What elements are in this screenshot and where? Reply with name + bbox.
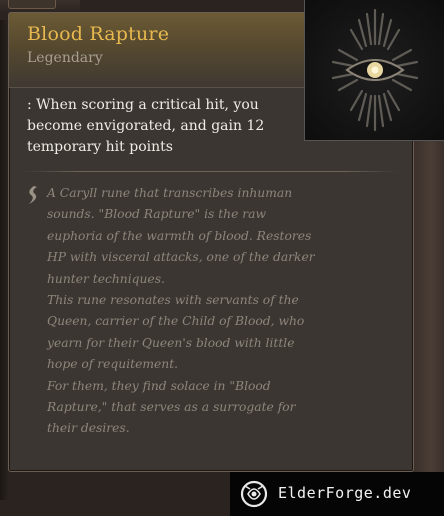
watermark: ElderForge.dev: [230, 472, 444, 516]
quill-icon: [29, 186, 37, 204]
lore-paragraph: A Caryll rune that transcribes inhuman s…: [47, 186, 315, 286]
item-title: Blood Rapture: [27, 23, 170, 45]
background-tab: [8, 0, 56, 9]
lore-paragraph: For them, they find solace in "Blood Rap…: [47, 378, 296, 436]
background-right: [412, 140, 444, 480]
section-divider: [23, 171, 399, 172]
rune-image: [304, 0, 444, 141]
item-effect: : When scoring a critical hit, you becom…: [27, 97, 265, 155]
watermark-text: ElderForge.dev: [278, 484, 412, 502]
lore-paragraph: This rune resonates with servants of the…: [47, 293, 305, 372]
caryll-rune-icon: [331, 8, 419, 132]
item-rarity: Legendary: [27, 50, 103, 66]
item-lore: A Caryll rune that transcribes inhuman s…: [47, 183, 317, 440]
elderforge-logo-icon: [240, 480, 268, 508]
